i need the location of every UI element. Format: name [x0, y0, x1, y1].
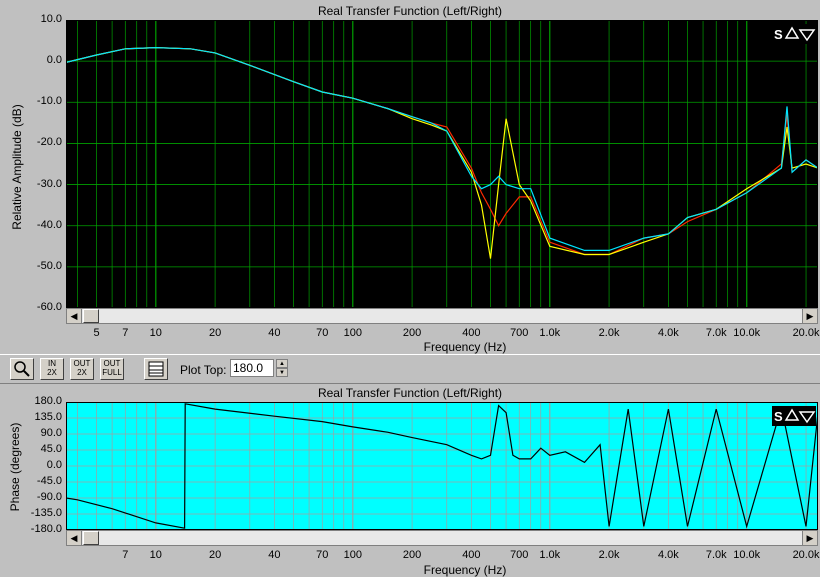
x-tick-label: 20	[208, 549, 222, 561]
x-tick-label: 40	[268, 549, 281, 561]
x-tick-label: 400	[462, 327, 481, 339]
y-tick-label: -45.0	[36, 475, 62, 487]
scroll-right-arrow-icon[interactable]: ▶	[802, 531, 817, 545]
spin-down-icon[interactable]: ▼	[276, 368, 288, 377]
y-tick-label: -50.0	[36, 259, 62, 272]
plot-background	[66, 20, 818, 308]
phase-plot-area[interactable]	[66, 402, 818, 530]
y-tick-label: -10.0	[36, 95, 62, 108]
y-tick-label: 10.0	[40, 13, 62, 25]
zoom-in-2x-button[interactable]: IN 2X	[40, 358, 64, 380]
x-tick-label: 200	[402, 549, 422, 561]
x-tick-label: 200	[402, 327, 422, 339]
y-tick-label: -40.0	[36, 218, 62, 231]
phase-x-axis-label: Frequency (Hz)	[423, 563, 507, 577]
x-tick-label: 20.0k	[792, 549, 820, 561]
phase-scroll-thumb[interactable]	[83, 531, 99, 545]
y-tick-label: 180.0	[34, 395, 62, 407]
x-tick-label: 2.0k	[598, 327, 620, 339]
x-tick-label: 2.0k	[598, 549, 620, 561]
x-tick-label: 10.0k	[733, 327, 761, 339]
zoom-button[interactable]	[10, 358, 34, 380]
magnitude-logo-icon: S	[772, 24, 816, 44]
y-tick-label: -90.0	[36, 491, 62, 503]
magnifier-icon	[14, 361, 30, 377]
phase-logo-icon: S	[772, 406, 816, 426]
y-tick-label: -30.0	[36, 177, 62, 190]
x-tick-label: 400	[462, 549, 481, 561]
magnitude-scrollbar[interactable]: ◀ ▶	[66, 308, 818, 324]
y-tick-label: 135.0	[34, 411, 62, 423]
magnitude-x-axis-label: Frequency (Hz)	[423, 340, 507, 354]
y-tick-label: -180.0	[30, 523, 62, 535]
x-tick-label: 1.0k	[539, 549, 561, 561]
x-tick-label: 20	[208, 327, 222, 339]
x-tick-label: 20.0k	[792, 327, 820, 339]
x-tick-label: 4.0k	[657, 549, 679, 561]
y-tick-label: 0.0	[46, 459, 62, 471]
y-tick-label: -135.0	[30, 507, 62, 519]
zoom-out-full-button[interactable]: OUT FULL	[100, 358, 124, 380]
phase-scrollbar[interactable]: ◀ ▶	[66, 530, 818, 546]
zoom-in-2x-icon: IN 2X	[47, 359, 57, 377]
phase-chart-title: Real Transfer Function (Left/Right)	[317, 386, 503, 400]
svg-text:S: S	[774, 409, 783, 424]
plot-top-input[interactable]	[230, 359, 274, 377]
plot-top-label: Plot Top:	[180, 363, 227, 377]
y-tick-label: 0.0	[46, 54, 62, 67]
x-tick-label: 4.0k	[657, 327, 679, 339]
spin-up-icon[interactable]: ▲	[276, 359, 288, 368]
zoom-out-2x-button[interactable]: OUT 2X	[70, 358, 94, 380]
x-tick-label: 40	[268, 327, 281, 339]
y-tick-label: -20.0	[36, 136, 62, 149]
chart-toolbar: IN2X OUT2X OUTFULL Plot Top: ▲ ▼	[0, 354, 820, 384]
x-tick-label: 100	[343, 327, 362, 339]
scroll-left-arrow-icon[interactable]: ◀	[67, 531, 82, 545]
table-view-button[interactable]	[144, 358, 168, 380]
y-tick-label: 45.0	[40, 443, 62, 455]
x-tick-label: 100	[343, 549, 362, 561]
scroll-left-arrow-icon[interactable]: ◀	[67, 309, 82, 323]
x-tick-label: 1.0k	[539, 327, 561, 339]
magnitude-chart-title: Real Transfer Function (Left/Right)	[317, 4, 503, 18]
phase-y-axis-label: Phase (degrees)	[8, 422, 22, 512]
magnitude-plot-area[interactable]	[66, 20, 818, 308]
magnitude-scroll-thumb[interactable]	[83, 309, 99, 323]
svg-text:S: S	[774, 27, 783, 42]
zoom-out-2x-icon: OUT 2X	[73, 359, 91, 377]
table-icon	[148, 361, 164, 377]
x-tick-label: 10.0k	[733, 549, 761, 561]
y-tick-label: 90.0	[40, 427, 62, 439]
magnitude-y-axis-label: Relative Amplitude (dB)	[10, 104, 24, 230]
x-tick-label: 10	[149, 549, 162, 561]
y-tick-label: -60.0	[36, 301, 62, 313]
scroll-right-arrow-icon[interactable]: ▶	[802, 309, 817, 323]
x-tick-label: 10	[149, 327, 162, 339]
zoom-out-full-icon: OUT FULL	[102, 359, 122, 377]
